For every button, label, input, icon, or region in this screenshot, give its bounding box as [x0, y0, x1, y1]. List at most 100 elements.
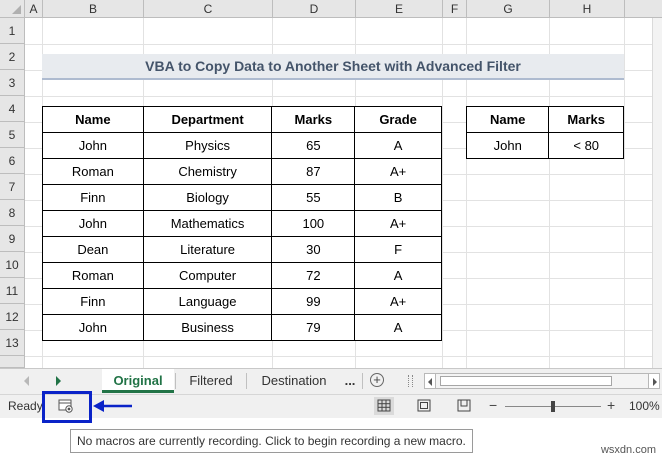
cell-name[interactable]: Dean	[42, 236, 144, 263]
cell-grade[interactable]: A+	[354, 210, 442, 237]
cell-name[interactable]: Finn	[42, 288, 144, 315]
record-macro-icon	[58, 399, 73, 413]
status-bar: Ready − + 100%	[0, 391, 662, 423]
column-header-c[interactable]: C	[144, 0, 273, 18]
column-header-f[interactable]: F	[443, 0, 467, 18]
cell-grade[interactable]: B	[354, 184, 442, 211]
column-header-g[interactable]: G	[467, 0, 550, 18]
worksheet[interactable]: A B C D E F G H 1 2 3 4 5 6 7 8 9 10 11 …	[0, 0, 662, 368]
horizontal-scrollbar[interactable]	[424, 373, 660, 389]
new-sheet-button[interactable]: +	[370, 373, 384, 387]
row-header[interactable]: 8	[0, 200, 25, 226]
cell-department[interactable]: Mathematics	[142, 210, 273, 237]
cell-department[interactable]: Physics	[142, 132, 273, 159]
scroll-left-button[interactable]	[424, 373, 436, 389]
macro-tooltip: No macros are currently recording. Click…	[70, 429, 473, 453]
tab-destination[interactable]: Destination	[249, 369, 339, 393]
macro-record-button[interactable]	[58, 399, 74, 413]
zoom-out-button[interactable]: −	[489, 397, 497, 413]
row-header[interactable]: 4	[0, 96, 25, 122]
cell-grade[interactable]: F	[354, 236, 442, 263]
scrollbar-thumb[interactable]	[440, 376, 612, 386]
page-layout-icon	[417, 399, 431, 412]
column-header-d[interactable]: D	[273, 0, 356, 18]
cell-marks[interactable]: 100	[271, 210, 356, 237]
criteria-header-marks[interactable]: Marks	[548, 106, 624, 133]
row-header[interactable]: 10	[0, 252, 25, 278]
table-row: John Mathematics 100 A+	[42, 210, 442, 237]
cell-name[interactable]: John	[42, 314, 144, 341]
cell-marks[interactable]: 87	[271, 158, 356, 185]
criteria-cell-marks[interactable]: < 80	[548, 132, 624, 159]
normal-view-button[interactable]	[374, 397, 394, 415]
scroll-right-arrow-icon	[653, 378, 657, 386]
cell-grade[interactable]: A	[354, 314, 442, 341]
scroll-tabs-right-icon[interactable]	[56, 376, 61, 386]
cell-grade[interactable]: A	[354, 132, 442, 159]
page-layout-view-button[interactable]	[414, 397, 434, 415]
cell-marks[interactable]: 79	[271, 314, 356, 341]
column-header-h[interactable]: H	[550, 0, 625, 18]
cell-name[interactable]: John	[42, 132, 144, 159]
row-header[interactable]: 5	[0, 122, 25, 148]
more-tabs-button[interactable]: ...	[341, 369, 359, 393]
cell-grade[interactable]: A	[354, 262, 442, 289]
main-data-table: Name Department Marks Grade John Physics…	[42, 106, 442, 341]
row-header[interactable]: 12	[0, 304, 25, 330]
cell-department[interactable]: Language	[142, 288, 273, 315]
page-break-icon	[457, 399, 471, 412]
cell-marks[interactable]: 30	[271, 236, 356, 263]
row-header[interactable]: 2	[0, 44, 25, 70]
header-marks[interactable]: Marks	[271, 106, 356, 133]
zoom-slider-thumb[interactable]	[551, 401, 555, 412]
select-all-triangle-icon	[12, 5, 21, 14]
cell-department[interactable]: Literature	[142, 236, 273, 263]
vertical-scrollbar[interactable]	[652, 18, 662, 368]
tab-original[interactable]: Original	[102, 369, 174, 393]
scrollbar-track[interactable]	[436, 373, 648, 389]
scroll-right-button[interactable]	[648, 373, 660, 389]
row-header[interactable]: 3	[0, 70, 25, 96]
page-break-view-button[interactable]	[454, 397, 474, 415]
cell-marks[interactable]: 55	[271, 184, 356, 211]
scroll-tabs-left-icon[interactable]	[24, 376, 29, 386]
select-all-corner[interactable]	[0, 0, 25, 18]
cell-department[interactable]: Business	[142, 314, 273, 341]
cell-grade[interactable]: A+	[354, 158, 442, 185]
criteria-cell-name[interactable]: John	[465, 132, 550, 159]
cell-marks[interactable]: 65	[271, 132, 356, 159]
criteria-header-name[interactable]: Name	[465, 106, 550, 133]
row-header-partial[interactable]	[0, 356, 25, 368]
plus-icon: +	[373, 372, 381, 387]
row-header[interactable]: 11	[0, 278, 25, 304]
sheet-title[interactable]: VBA to Copy Data to Another Sheet with A…	[42, 54, 624, 80]
row-header[interactable]: 9	[0, 226, 25, 252]
zoom-in-button[interactable]: +	[607, 397, 615, 413]
column-header-e[interactable]: E	[356, 0, 443, 18]
cell-grade[interactable]: A+	[354, 288, 442, 315]
header-name[interactable]: Name	[42, 106, 144, 133]
cell-name[interactable]: Finn	[42, 184, 144, 211]
cell-name[interactable]: John	[42, 210, 144, 237]
zoom-level[interactable]: 100%	[629, 399, 660, 413]
cell-marks[interactable]: 99	[271, 288, 356, 315]
zoom-slider[interactable]	[505, 401, 601, 412]
cell-name[interactable]: Roman	[42, 158, 144, 185]
header-department[interactable]: Department	[142, 106, 273, 133]
cell-department[interactable]: Biology	[142, 184, 273, 211]
cell-marks[interactable]: 72	[271, 262, 356, 289]
row-header[interactable]: 6	[0, 148, 25, 174]
sheet-tab-bar: Original Filtered Destination ... +	[0, 368, 662, 394]
cell-department[interactable]: Chemistry	[142, 158, 273, 185]
cell-name[interactable]: Roman	[42, 262, 144, 289]
tab-filtered[interactable]: Filtered	[178, 369, 244, 393]
column-header-blank[interactable]	[625, 0, 662, 18]
row-header[interactable]: 7	[0, 174, 25, 200]
row-header[interactable]: 13	[0, 330, 25, 356]
tab-splitter-icon[interactable]	[408, 375, 413, 387]
column-header-a[interactable]: A	[25, 0, 43, 18]
column-header-b[interactable]: B	[43, 0, 144, 18]
cell-department[interactable]: Computer	[142, 262, 273, 289]
header-grade[interactable]: Grade	[354, 106, 442, 133]
row-header[interactable]: 1	[0, 18, 25, 44]
